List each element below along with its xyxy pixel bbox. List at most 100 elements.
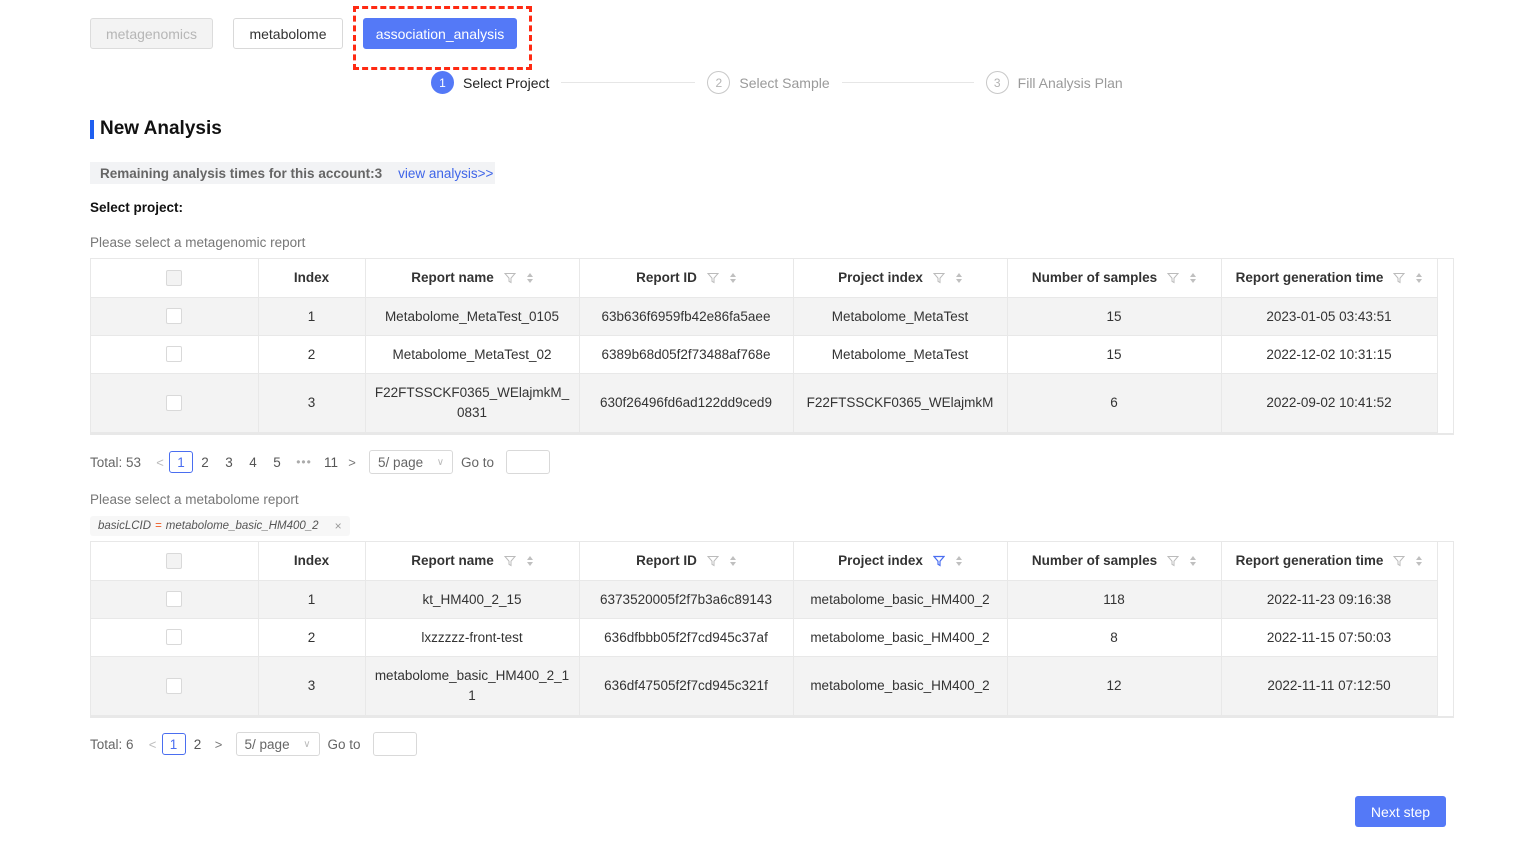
filter-icon[interactable] [503, 272, 516, 284]
page-2[interactable]: 2 [186, 733, 210, 755]
filter-icon[interactable] [1393, 555, 1406, 567]
next-page-icon[interactable]: > [343, 455, 361, 470]
page-11[interactable]: 11 [319, 451, 343, 473]
column-report-name: Report name [365, 259, 580, 298]
filter-icon[interactable] [1167, 272, 1180, 284]
table-row[interactable]: 2 lxzzzzz-front-test 636dfbbb05f2f7cd945… [91, 618, 1438, 657]
cell-project-index: Metabolome_MetaTest [793, 335, 1008, 374]
table-row[interactable]: 1 Metabolome_MetaTest_0105 63b636f6959fb… [91, 297, 1438, 336]
remaining-notice: Remaining analysis times for this accoun… [90, 162, 496, 184]
select-all-checkbox[interactable] [166, 552, 183, 569]
chevron-down-icon: ∨ [436, 456, 445, 468]
column-project-index: Project index [793, 259, 1008, 298]
sort-icon[interactable] [729, 272, 736, 283]
sort-icon[interactable] [526, 272, 533, 283]
row-checkbox[interactable] [166, 591, 183, 608]
next-step-button[interactable]: Next step [1355, 796, 1446, 827]
cell-time: 2022-11-15 07:50:03 [1221, 618, 1438, 657]
cell-report-id: 6389b68d05f2f73488af768e [579, 335, 794, 374]
page-ellipsis[interactable]: ••• [289, 455, 319, 469]
tab-association-analysis[interactable]: association_analysis [363, 18, 517, 49]
filter-icon[interactable] [1393, 272, 1406, 284]
sort-icon[interactable] [1190, 555, 1197, 566]
filter-key: basicLCID [98, 520, 152, 532]
sort-icon[interactable] [1416, 272, 1423, 283]
goto-page-input[interactable] [506, 450, 551, 474]
page-5[interactable]: 5 [265, 451, 289, 473]
cell-samples: 6 [1007, 373, 1222, 433]
sort-icon[interactable] [955, 555, 962, 566]
column-label: Number of samples [1031, 270, 1158, 286]
cell-samples: 15 [1007, 335, 1222, 374]
step-fill-analysis-plan: 3 Fill Analysis Plan [985, 71, 1123, 94]
tab-metabolome[interactable]: metabolome [233, 18, 343, 49]
sort-icon[interactable] [955, 272, 962, 283]
filter-icon[interactable] [1167, 555, 1180, 567]
step-label: Fill Analysis Plan [1017, 74, 1123, 91]
filter-icon[interactable] [932, 272, 945, 284]
sort-icon[interactable] [1416, 555, 1423, 566]
table-row[interactable]: 1 kt_HM400_2_15 6373520005f2f7b3a6c89143… [91, 580, 1438, 619]
tab-metagenomics[interactable]: metagenomics [90, 18, 213, 49]
mode-tabs: metagenomics metabolome association_anal… [90, 18, 517, 49]
metagenomic-table: Index Report name Report ID Project inde… [90, 258, 1454, 435]
filter-icon[interactable] [706, 555, 719, 567]
table-header-row: Index Report name Report ID Project inde… [91, 259, 1438, 298]
total-count: Total: 6 [90, 736, 134, 752]
column-report-id: Report ID [579, 542, 794, 581]
page-2[interactable]: 2 [193, 451, 217, 473]
cell-index: 3 [258, 373, 366, 433]
chevron-down-icon: ∨ [303, 738, 311, 750]
column-index: Index [258, 542, 366, 581]
page-title-text: New Analysis [100, 118, 222, 139]
prev-page-icon[interactable]: < [144, 737, 162, 752]
table-row[interactable]: 3 metabolome_basic_HM400_2_11 636df47505… [91, 656, 1438, 716]
row-checkbox[interactable] [166, 394, 183, 411]
column-number-of-samples: Number of samples [1007, 542, 1222, 581]
metabolome-pagination: Total: 6 < 1 2 > 5/ page ∨ Go to [90, 732, 417, 756]
goto-page-input[interactable] [372, 732, 417, 756]
sort-icon[interactable] [526, 555, 533, 566]
page-4[interactable]: 4 [241, 451, 265, 473]
cell-report-id: 63b636f6959fb42e86fa5aee [579, 297, 794, 336]
next-page-icon[interactable]: > [210, 737, 228, 752]
row-checkbox[interactable] [166, 308, 183, 325]
cell-report-name: Metabolome_MetaTest_02 [365, 335, 580, 374]
step-number-icon: 2 [707, 71, 731, 94]
title-accent-bar [90, 119, 94, 139]
select-all-checkbox[interactable] [166, 269, 183, 286]
row-checkbox[interactable] [166, 677, 183, 694]
column-number-of-samples: Number of samples [1007, 259, 1222, 298]
column-label: Report generation time [1235, 553, 1384, 569]
page-size-select[interactable]: 5/ page ∨ [369, 450, 454, 474]
filter-icon[interactable] [706, 272, 719, 284]
row-checkbox[interactable] [166, 629, 183, 646]
sort-icon[interactable] [729, 555, 736, 566]
cell-project-index: metabolome_basic_HM400_2 [793, 656, 1008, 716]
cell-report-id: 630f26496fd6ad122dd9ced9 [579, 373, 794, 433]
prev-page-icon[interactable]: < [151, 455, 169, 470]
sort-icon[interactable] [1190, 272, 1197, 283]
close-icon[interactable]: × [335, 519, 342, 533]
page-1[interactable]: 1 [169, 451, 194, 473]
cell-project-index: F22FTSSCKF0365_WElajmkM [793, 373, 1008, 433]
filter-value: metabolome_basic_HM400_2 [165, 520, 319, 532]
page-size-select[interactable]: 5/ page ∨ [235, 732, 320, 756]
row-select-cell [91, 297, 259, 336]
row-checkbox[interactable] [166, 346, 183, 363]
table-row[interactable]: 3 F22FTSSCKF0365_WElajmkM_0831 630f26496… [91, 373, 1438, 433]
cell-report-name: F22FTSSCKF0365_WElajmkM_0831 [365, 373, 580, 433]
cell-time: 2022-09-02 10:41:52 [1221, 373, 1438, 433]
row-select-cell [91, 618, 259, 657]
filter-icon[interactable] [503, 555, 516, 567]
column-project-index: Project index [793, 542, 1008, 581]
column-label: Report generation time [1235, 270, 1384, 286]
filter-operator: = [155, 520, 162, 532]
table-row[interactable]: 2 Metabolome_MetaTest_02 6389b68d05f2f73… [91, 335, 1438, 374]
page-1[interactable]: 1 [161, 733, 186, 755]
view-analysis-link[interactable]: view analysis>> [398, 166, 495, 181]
filter-icon-active[interactable] [932, 555, 945, 567]
steps-progress: 1 Select Project 2 Select Sample 3 Fill … [431, 71, 1123, 94]
metabolome-section-label: Please select a metabolome report [90, 492, 299, 507]
page-3[interactable]: 3 [217, 451, 241, 473]
